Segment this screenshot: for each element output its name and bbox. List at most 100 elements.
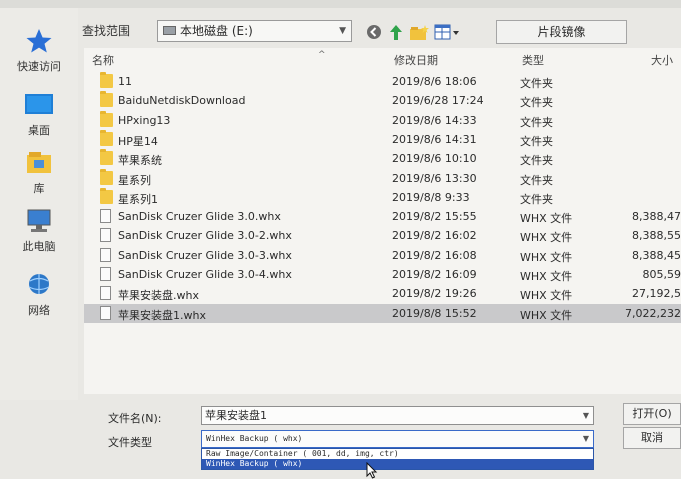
dialog-title-bar	[0, 0, 681, 8]
file-name: 苹果安装盘1.whx	[118, 308, 206, 322]
chevron-down-icon[interactable]: ▼	[339, 21, 346, 41]
file-type: 文件夹	[520, 77, 553, 90]
sidebar-item-label: 网络	[28, 304, 50, 317]
file-row[interactable]: HP星14 2019/8/6 14:31 文件夹	[84, 129, 681, 149]
folder-icon	[100, 149, 113, 166]
file-date: 2019/8/2 15:55	[392, 210, 477, 224]
file-date: 2019/8/6 10:10	[392, 152, 477, 166]
file-row[interactable]: SanDisk Cruzer Glide 3.0-4.whx 2019/8/2 1…	[84, 265, 681, 284]
file-date: 2019/8/8 15:52	[392, 306, 477, 320]
chevron-down-icon[interactable]: ▼	[583, 431, 589, 447]
desktop-icon	[24, 92, 54, 118]
file-date: 2019/8/2 19:26	[392, 287, 477, 301]
look-in-value: 本地磁盘 (E:)	[180, 24, 253, 38]
file-row[interactable]: 苹果安装盘.whx 2019/8/2 19:26 WHX 文件 27,192,5	[84, 284, 681, 303]
look-in-label: 查找范围	[82, 24, 131, 38]
file-size: 7,022,232	[625, 306, 681, 320]
file-type: 文件夹	[520, 154, 553, 168]
file-name: 星系列1	[118, 192, 158, 206]
filetype-option[interactable]: Raw Image/Container ( 001, dd, img, ctr)	[202, 449, 593, 459]
folder-icon	[100, 187, 113, 204]
filetype-options-list[interactable]: Raw Image/Container ( 001, dd, img, ctr)…	[201, 448, 594, 470]
file-name: SanDisk Cruzer Glide 3.0-2.whx	[118, 229, 292, 243]
file-name: SanDisk Cruzer Glide 3.0-4.whx	[118, 268, 292, 281]
column-header-name[interactable]: 名称	[92, 52, 114, 68]
file-date: 2019/8/8 9:33	[392, 190, 470, 204]
filetype-label: 文件类型	[108, 436, 152, 449]
file-date: 2019/8/6 13:30	[392, 171, 477, 185]
file-name: 苹果系统	[118, 154, 162, 168]
file-type: WHX 文件	[520, 308, 573, 322]
file-type: 文件夹	[520, 96, 553, 110]
file-row[interactable]: SanDisk Cruzer Glide 3.0.whx 2019/8/2 15:…	[84, 207, 681, 226]
file-type: WHX 文件	[520, 212, 573, 226]
file-row-selected[interactable]: 苹果安装盘1.whx 2019/8/8 15:52 WHX 文件 7,022,232	[84, 303, 681, 323]
file-row[interactable]: SanDisk Cruzer Glide 3.0-3.whx 2019/8/2 1…	[84, 246, 681, 265]
computer-icon	[24, 208, 54, 234]
file-type: WHX 文件	[520, 250, 573, 264]
file-row[interactable]: BaiduNetdiskDownload 2019/6/28 17:24 文件夹	[84, 91, 681, 110]
sidebar-item-label: 快速访问	[17, 60, 61, 73]
file-row[interactable]: HPxing13 2019/8/6 14:33 文件夹	[84, 110, 681, 130]
back-icon[interactable]	[366, 24, 382, 41]
file-size: 8,388,45	[632, 248, 681, 262]
open-button[interactable]: 打开(O)	[623, 403, 681, 425]
star-icon	[24, 28, 54, 54]
file-size: 27,192,5	[632, 287, 681, 301]
file-date: 2019/8/2 16:08	[392, 248, 477, 262]
file-row[interactable]: 11 2019/8/6 18:06 文件夹	[84, 72, 681, 91]
file-row[interactable]: 星系列 2019/8/6 13:30 文件夹	[84, 168, 681, 188]
file-icon	[100, 209, 111, 224]
column-header-size[interactable]: 大小	[651, 52, 673, 68]
new-folder-icon[interactable]	[409, 24, 429, 41]
cancel-button[interactable]: 取消	[623, 427, 681, 449]
file-row[interactable]: SanDisk Cruzer Glide 3.0-2.whx 2019/8/2 1…	[84, 226, 681, 245]
drive-icon	[163, 26, 176, 35]
look-in-dropdown[interactable]: 本地磁盘 (E:) ▼	[157, 20, 352, 42]
filename-input[interactable]: 苹果安装盘1 ▼	[201, 406, 594, 425]
file-size: 8,388,55	[632, 229, 681, 243]
navigation-sidebar: 快速访问 桌面 库 此电脑 网络	[0, 8, 78, 400]
sidebar-item-quick-access[interactable]: 快速访问	[0, 28, 78, 74]
file-name: SanDisk Cruzer Glide 3.0.whx	[118, 210, 281, 224]
folder-icon	[100, 168, 113, 185]
file-date: 2019/8/6 18:06	[392, 75, 477, 88]
sidebar-item-this-pc[interactable]: 此电脑	[0, 208, 78, 254]
file-date: 2019/8/2 16:09	[392, 268, 477, 281]
file-type: WHX 文件	[520, 231, 573, 245]
filetype-dropdown[interactable]: WinHex Backup ( whx) ▼	[201, 430, 594, 448]
filetype-option-selected[interactable]: WinHex Backup ( whx)	[202, 459, 593, 469]
file-type: 文件夹	[520, 134, 553, 148]
file-icon	[100, 267, 111, 281]
file-row[interactable]: 苹果系统 2019/8/6 10:10 文件夹	[84, 149, 681, 168]
file-size: 805,59	[642, 268, 681, 281]
mouse-cursor-icon	[366, 461, 378, 479]
sidebar-item-label: 此电脑	[22, 240, 56, 253]
chevron-down-icon[interactable]: ▼	[583, 407, 589, 424]
sidebar-item-network[interactable]: 网络	[0, 272, 78, 318]
file-icon	[100, 228, 111, 243]
network-icon	[24, 272, 54, 298]
file-name: BaiduNetdiskDownload	[118, 94, 246, 108]
file-type: 文件夹	[520, 192, 553, 206]
file-type: 文件夹	[520, 115, 553, 129]
file-name: HP星14	[118, 134, 158, 148]
column-header-date[interactable]: 修改日期	[394, 52, 438, 68]
file-date: 2019/6/28 17:24	[392, 94, 484, 108]
folder-icon	[100, 91, 113, 108]
snapshot-button[interactable]: 片段镜像	[496, 20, 627, 44]
file-list[interactable]: ^ 名称 修改日期 类型 大小 11 2019/8/6 18:06 文件夹 Baidu…	[84, 48, 681, 394]
sidebar-item-library[interactable]: 库	[0, 150, 78, 196]
up-folder-icon[interactable]	[388, 24, 404, 41]
folder-icon	[100, 72, 113, 88]
file-icon	[100, 286, 111, 301]
file-name: 11	[118, 75, 132, 88]
column-header-type[interactable]: 类型	[522, 52, 544, 68]
file-name: HPxing13	[118, 113, 171, 127]
file-date: 2019/8/6 14:33	[392, 113, 477, 127]
file-name: SanDisk Cruzer Glide 3.0-3.whx	[118, 248, 292, 262]
view-menu-icon[interactable]	[434, 24, 460, 41]
sidebar-item-desktop[interactable]: 桌面	[0, 92, 78, 138]
file-row[interactable]: 星系列1 2019/8/8 9:33 文件夹	[84, 187, 681, 207]
file-name: 苹果安装盘.whx	[118, 289, 199, 303]
